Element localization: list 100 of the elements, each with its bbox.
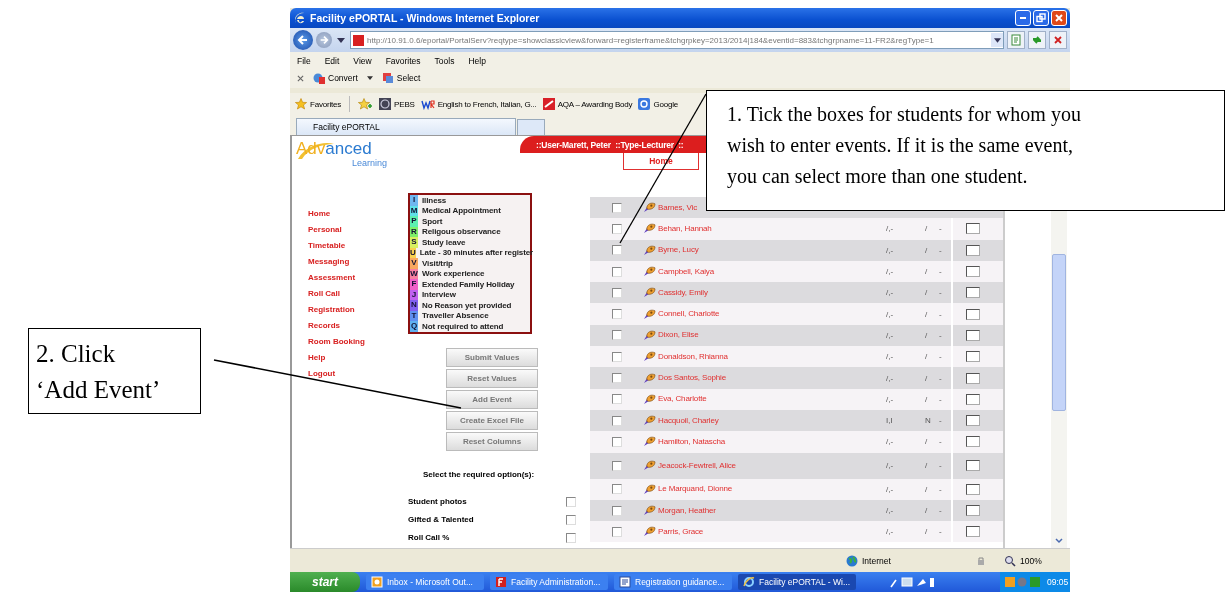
forward-button[interactable] [316,32,332,48]
sidebar-link[interactable]: Home [308,208,331,224]
select-button[interactable]: Select [396,73,421,83]
student-icon[interactable] [643,308,656,320]
student-icon[interactable] [643,202,656,214]
student-icon[interactable] [643,415,656,427]
close-button[interactable] [1051,10,1067,26]
sidebar-link[interactable]: Registration [308,304,355,320]
student-checkbox[interactable] [612,436,622,447]
entry-field[interactable] [966,329,980,341]
entry-field[interactable] [966,351,980,363]
student-name[interactable]: Eva, Charlotte [658,394,707,405]
convert-icon[interactable] [313,72,325,84]
add-favorite-icon[interactable] [358,98,373,110]
student-name[interactable]: Jeacock-Fewtrell, Alice [658,460,736,471]
student-name[interactable]: Connell, Charlotte [658,309,720,320]
back-button[interactable] [293,30,313,50]
student-checkbox[interactable] [612,351,622,362]
student-checkbox[interactable] [612,266,622,277]
student-name[interactable]: Le Marquand, Dionne [658,484,733,495]
option-checkbox[interactable] [566,496,576,507]
student-icon[interactable] [643,436,656,448]
student-icon[interactable] [643,505,656,516]
student-icon[interactable] [643,393,656,405]
student-checkbox[interactable] [612,287,622,298]
favorite-link[interactable]: Google [653,99,679,109]
student-icon[interactable] [643,223,656,235]
student-icon[interactable] [643,460,656,472]
student-checkbox[interactable] [612,373,622,383]
student-icon[interactable] [643,287,656,299]
convert-button[interactable]: Convert [328,73,358,83]
zoom-icon[interactable] [1004,554,1016,567]
browser-tab[interactable]: Facility ePORTAL [296,118,516,135]
entry-field[interactable] [966,460,980,472]
entry-field[interactable] [966,505,980,516]
browser-icon[interactable] [743,576,755,588]
scroll-down-icon[interactable] [1055,538,1063,544]
student-icon[interactable] [643,244,656,256]
student-name[interactable]: Hacquoil, Charley [658,415,719,426]
menu-item[interactable]: Help [468,56,486,66]
student-icon[interactable] [643,483,656,495]
entry-field[interactable] [966,244,980,256]
student-name[interactable]: Campbell, Kaiya [658,266,714,277]
sidebar-link[interactable]: Records [308,320,340,336]
student-checkbox[interactable] [612,245,622,256]
entry-field[interactable] [966,308,980,320]
sidebar-link[interactable]: Room Booking [308,336,365,352]
stop-button[interactable] [1049,31,1067,49]
option-checkbox[interactable] [566,514,576,525]
action-button[interactable]: Reset Values [446,368,538,388]
student-name[interactable]: Parris, Grace [658,526,704,537]
student-name[interactable]: Dixon, Elise [658,330,699,341]
student-icon[interactable] [643,351,656,363]
entry-field[interactable] [966,393,980,405]
caret-icon[interactable] [337,37,345,43]
student-checkbox[interactable] [612,394,622,405]
address-field[interactable]: http://10.91.0.6/eportal/PortalServ?reqtype=showclassicview&forward=registerframe&tchgrpkey=2013/2014|184&eventid=883&tchgrpname=11-FR2&regType=1 [350,31,1004,49]
entry-field[interactable] [966,415,980,427]
dropdown-button[interactable] [991,33,1003,47]
favorite-link[interactable]: PEBS [394,99,415,109]
student-icon[interactable] [643,372,656,384]
sidebar-link[interactable]: Personal [308,224,342,240]
student-checkbox[interactable] [612,223,622,234]
action-button[interactable]: Create Excel File [446,410,538,430]
refresh-button[interactable] [1028,31,1046,49]
menu-item[interactable]: File [297,56,311,66]
sidebar-link[interactable]: Timetable [308,240,346,256]
entry-field[interactable] [966,223,980,235]
zoom-level[interactable]: 100% [1020,555,1042,566]
entry-field[interactable] [966,287,980,299]
student-checkbox[interactable] [612,526,622,537]
student-name[interactable]: Cassidy, Emily [658,287,708,298]
favorites-button[interactable]: Favorites [310,99,342,109]
student-name[interactable]: Donaldson, Rhianna [658,351,728,362]
action-button[interactable]: Reset Columns [446,431,538,451]
sidebar-link[interactable]: Assessment [308,272,356,288]
student-icon[interactable] [643,266,656,278]
app-icon[interactable] [495,576,507,588]
entry-field[interactable] [966,526,980,538]
student-checkbox[interactable] [612,330,622,341]
action-button[interactable]: Submit Values [446,347,538,367]
student-name[interactable]: Byrne, Lucy [658,245,699,256]
student-name[interactable]: Hamilton, Natascha [658,436,726,447]
student-checkbox[interactable] [612,415,622,426]
sidebar-link[interactable]: Help [308,352,326,368]
entry-field[interactable] [966,372,980,384]
restore-button[interactable] [1033,10,1049,26]
entry-field[interactable] [966,436,980,448]
document-icon[interactable] [619,576,631,588]
favorite-link[interactable]: English to French, Italian, G... [437,99,537,109]
entry-field[interactable] [966,266,980,278]
student-name[interactable]: Behan, Hannah [658,223,712,234]
entry-field[interactable] [966,483,980,495]
action-button[interactable]: Add Event [446,389,538,409]
favorite-link[interactable]: AQA – Awarding Body [557,99,633,109]
caret-icon[interactable] [366,76,373,80]
student-checkbox[interactable] [612,484,622,495]
student-checkbox[interactable] [612,309,622,320]
site-icon[interactable] [542,98,555,110]
sidebar-link[interactable]: Messaging [308,256,350,272]
